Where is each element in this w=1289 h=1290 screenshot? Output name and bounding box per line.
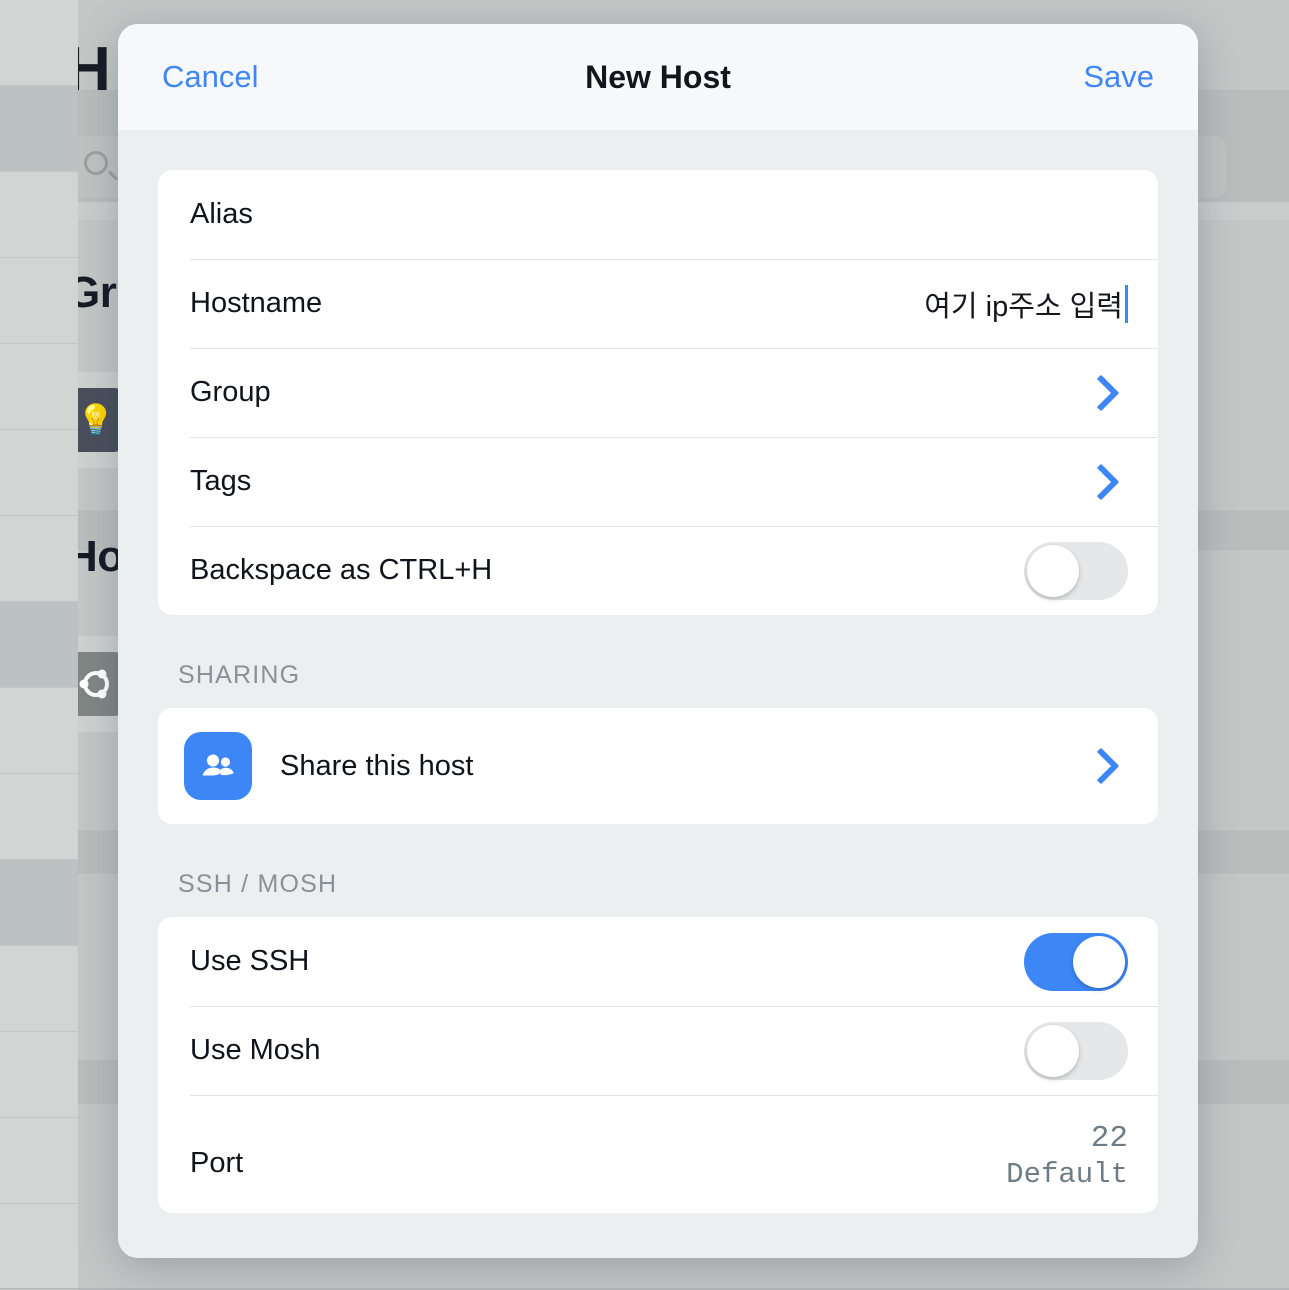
alias-row[interactable]: Alias (158, 170, 1158, 259)
list-item[interactable] (0, 1204, 78, 1290)
hostname-input[interactable]: 여기 ip주소 입력 (924, 283, 1128, 325)
use-ssh-toggle[interactable] (1024, 933, 1128, 991)
port-value: 22 (190, 1121, 1128, 1157)
ssh-mosh-card: Use SSH Use Mosh Port 22 Default (158, 917, 1158, 1213)
list-item[interactable] (0, 258, 78, 344)
alias-label: Alias (190, 198, 253, 231)
share-this-host-row[interactable]: Share this host (158, 708, 1158, 824)
new-host-modal: Cancel New Host Save Alias Hostname 여기 i… (118, 24, 1198, 1258)
list-item[interactable] (0, 172, 78, 258)
modal-title: New Host (118, 59, 1198, 96)
chevron-right-icon (1083, 374, 1120, 411)
use-mosh-toggle[interactable] (1024, 1022, 1128, 1080)
use-mosh-row[interactable]: Use Mosh (158, 1006, 1158, 1095)
list-item[interactable] (0, 0, 78, 86)
ssh-mosh-section-header: SSH / MOSH (158, 870, 1158, 899)
hostname-input-value: 여기 ip주소 입력 (924, 283, 1123, 325)
list-item[interactable] (0, 344, 78, 430)
backspace-as-ctrlh-toggle[interactable] (1024, 542, 1128, 600)
list-item[interactable] (0, 602, 78, 688)
backspace-as-ctrlh-label: Backspace as CTRL+H (190, 554, 492, 587)
list-item[interactable] (0, 430, 78, 516)
save-button[interactable]: Save (1081, 53, 1156, 101)
list-item[interactable] (0, 516, 78, 602)
cancel-button[interactable]: Cancel (160, 53, 261, 101)
modal-body: Alias Hostname 여기 ip주소 입력 Group Tags Bac… (118, 170, 1198, 1258)
use-ssh-label: Use SSH (190, 945, 309, 978)
hostname-label: Hostname (190, 287, 322, 320)
use-mosh-label: Use Mosh (190, 1034, 321, 1067)
sharing-card: Share this host (158, 708, 1158, 824)
backspace-as-ctrlh-row[interactable]: Backspace as CTRL+H (158, 526, 1158, 615)
group-label: Group (190, 376, 271, 409)
list-item[interactable] (0, 946, 78, 1032)
toggle-knob (1073, 936, 1125, 988)
toggle-knob (1027, 1025, 1079, 1077)
people-icon (184, 732, 252, 800)
port-row[interactable]: Port 22 Default (158, 1095, 1158, 1213)
tags-label: Tags (190, 465, 251, 498)
port-default-label: Default (190, 1157, 1128, 1193)
list-item[interactable] (0, 1118, 78, 1204)
search-icon (84, 151, 108, 175)
sharing-section-header: SHARING (158, 661, 1158, 690)
share-this-host-label: Share this host (280, 750, 473, 783)
use-ssh-row[interactable]: Use SSH (158, 917, 1158, 1006)
list-item[interactable] (0, 688, 78, 774)
list-item[interactable] (0, 1032, 78, 1118)
group-row[interactable]: Group (158, 348, 1158, 437)
text-cursor (1125, 285, 1128, 323)
chevron-right-icon (1083, 748, 1120, 785)
chevron-right-icon (1083, 463, 1120, 500)
port-label: Port (190, 1147, 243, 1180)
list-item[interactable] (0, 86, 78, 172)
list-item[interactable] (0, 860, 78, 946)
tags-row[interactable]: Tags (158, 437, 1158, 526)
port-value-stack[interactable]: 22 Default (190, 1121, 1128, 1193)
hostname-row[interactable]: Hostname 여기 ip주소 입력 (158, 259, 1158, 348)
modal-header: Cancel New Host Save (118, 24, 1198, 130)
toggle-knob (1027, 545, 1079, 597)
background-sidebar[interactable] (0, 0, 78, 1288)
list-item[interactable] (0, 774, 78, 860)
general-settings-card: Alias Hostname 여기 ip주소 입력 Group Tags Bac… (158, 170, 1158, 615)
